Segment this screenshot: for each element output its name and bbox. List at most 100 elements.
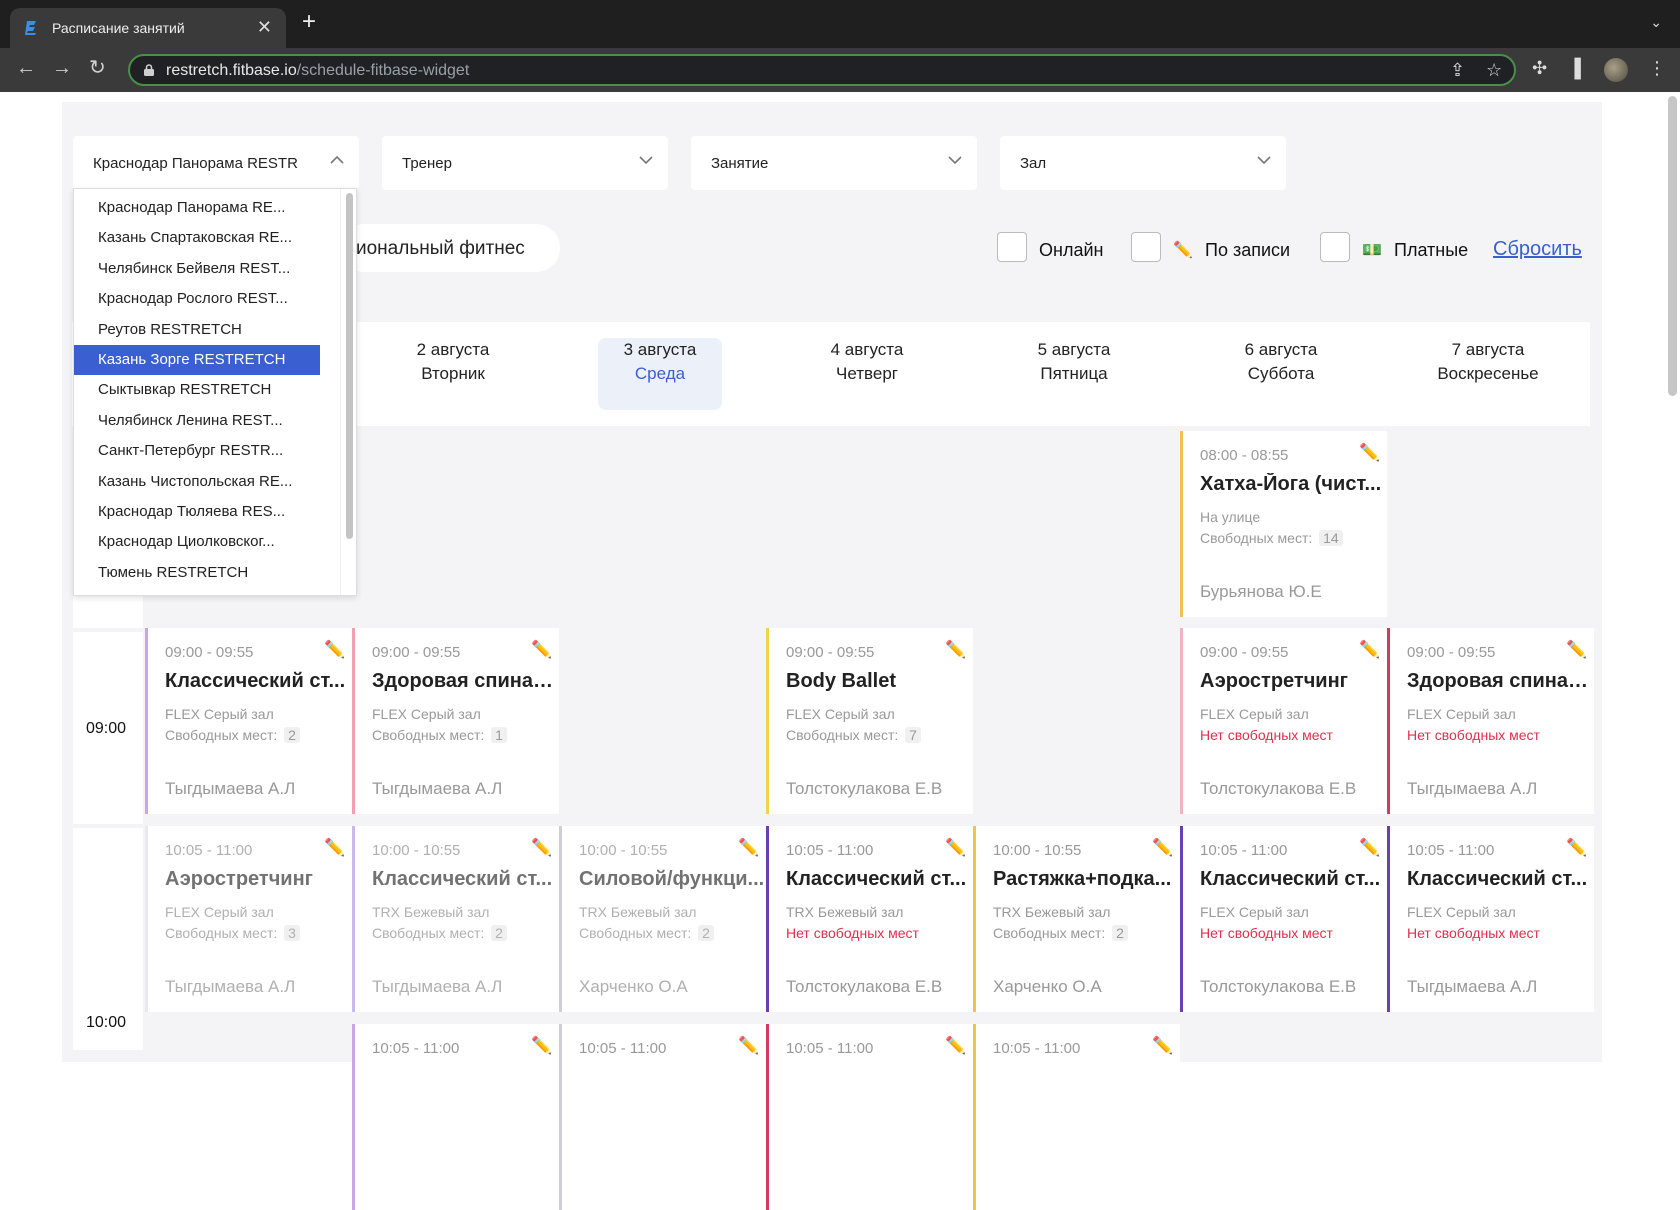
- day-tab[interactable]: 7 августа Воскресенье: [1426, 338, 1550, 410]
- day-name: Четверг: [836, 364, 898, 383]
- class-card[interactable]: 09:00 - 09:55 ✏️ Классический ст... FLEX Се…: [145, 628, 352, 814]
- club-select[interactable]: Краснодар Панорама RESTR: [73, 136, 359, 190]
- club-option[interactable]: Краснодар Циолковског...: [74, 527, 320, 557]
- address-bar[interactable]: restretch.fitbase.io/schedule-fitbase-wi…: [128, 54, 1516, 86]
- online-checkbox[interactable]: [997, 232, 1027, 262]
- class-name: Здоровая спина в...: [372, 670, 558, 692]
- chevron-down-icon: [948, 156, 962, 165]
- class-room: FLEX Серый зал: [165, 706, 274, 722]
- class-card[interactable]: 10:05 - 11:00 ✏️ Классический ст... FLEX Се…: [1180, 826, 1387, 1012]
- club-option[interactable]: Казань Спартаковская RE...: [74, 223, 320, 253]
- class-card[interactable]: 10:05 - 11:00 ✏️ Аэростретчинг FLEX Серый з…: [145, 826, 352, 1012]
- class-room: FLEX Серый зал: [165, 904, 274, 920]
- class-card[interactable]: 09:00 - 09:55 ✏️ Здоровая спина в... FLEX С…: [352, 628, 559, 814]
- free-places-count: 2: [491, 925, 507, 941]
- club-option[interactable]: Казань Чистопольская RE...: [74, 467, 320, 497]
- class-name: Хатха-Йога (чист...: [1200, 473, 1382, 495]
- class-time: 10:05 - 11:00: [165, 842, 253, 859]
- class-card[interactable]: 10:05 - 11:00 ✏️: [973, 1024, 1180, 1210]
- class-card[interactable]: 09:00 - 09:55 ✏️ Аэростретчинг FLEX Серый з…: [1180, 628, 1387, 814]
- class-name: Классический ст...: [372, 868, 553, 890]
- bookmark-star-icon[interactable]: ☆: [1486, 60, 1502, 81]
- class-trainer: Тыгдымаева А.Л: [1407, 779, 1538, 798]
- day-tab[interactable]: 5 августа Пятница: [1012, 338, 1136, 410]
- browser-menu-icon[interactable]: ⋮: [1648, 58, 1666, 79]
- tab-search-chevron-icon[interactable]: ⌄: [1650, 14, 1662, 31]
- class-card[interactable]: 08:00 - 08:55 ✏️ Хатха-Йога (чист... На ули…: [1180, 431, 1387, 617]
- day-date: 4 августа: [830, 340, 904, 359]
- share-icon[interactable]: ⇪: [1450, 60, 1465, 81]
- close-tab-icon[interactable]: ✕: [257, 17, 272, 38]
- online-label: Онлайн: [1039, 240, 1104, 260]
- pencil-icon: ✏️: [1152, 1036, 1174, 1055]
- free-places: Свободных мест: 2: [579, 925, 714, 941]
- club-option[interactable]: Казань Зорге RESTRETCH: [74, 345, 320, 375]
- club-option[interactable]: Челябинск Бейвеля REST...: [74, 254, 320, 284]
- class-card[interactable]: 09:00 - 09:55 ✏️ Body Ballet FLEX Серый зал…: [766, 628, 973, 814]
- class-time: 08:00 - 08:55: [1200, 447, 1289, 464]
- club-option[interactable]: Краснодар Панорама RE...: [74, 193, 320, 223]
- club-option[interactable]: Тюмень RESTRETCH: [74, 558, 320, 588]
- day-name: Среда: [634, 364, 686, 383]
- club-option[interactable]: Реутов RESTRETCH: [74, 315, 320, 345]
- pencil-icon: ✏️: [324, 640, 346, 659]
- day-tab[interactable]: 4 августа Четверг: [805, 338, 929, 410]
- free-places-count: 2: [284, 727, 300, 743]
- lesson-select[interactable]: Занятие: [691, 136, 977, 190]
- day-tab[interactable]: 6 августа Суббота: [1219, 338, 1343, 410]
- forward-arrow-icon[interactable]: →: [52, 58, 72, 78]
- no-places-text: Нет свободных мест: [786, 925, 919, 941]
- extensions-puzzle-icon[interactable]: ✣: [1532, 58, 1547, 79]
- page-scrollbar-thumb[interactable]: [1668, 96, 1677, 396]
- hall-select[interactable]: Зал: [1000, 136, 1286, 190]
- reload-icon[interactable]: ↻: [89, 58, 106, 78]
- class-room: TRX Бежевый зал: [786, 904, 904, 920]
- class-time: 10:00 - 10:55: [372, 842, 461, 859]
- class-name: Силовой/функци...: [579, 868, 765, 890]
- class-trainer: Тыгдымаева А.Л: [372, 977, 503, 996]
- trainer-select-value: Тренер: [402, 155, 452, 172]
- reset-link[interactable]: Сбросить: [1493, 238, 1582, 261]
- club-option[interactable]: Челябинск Ленина REST...: [74, 406, 320, 436]
- class-time: 10:00 - 10:55: [579, 842, 668, 859]
- free-places: Свободных мест: 14: [1200, 530, 1343, 546]
- class-card[interactable]: 10:05 - 11:00 ✏️ Классический ст... FLEX Се…: [1387, 826, 1594, 1012]
- browser-tab[interactable]: Расписание занятий ✕: [10, 8, 286, 48]
- class-name: Body Ballet: [786, 670, 897, 692]
- class-time: 10:05 - 11:00: [786, 1040, 874, 1057]
- side-panel-icon[interactable]: ▐: [1568, 58, 1581, 79]
- class-card[interactable]: 10:00 - 10:55 ✏️ Силовой/функци... TRX Беже…: [559, 826, 766, 1012]
- class-card[interactable]: 10:05 - 11:00 ✏️: [766, 1024, 973, 1210]
- back-arrow-icon[interactable]: ←: [16, 58, 36, 78]
- browser-toolbar: ← → ↻ restretch.fitbase.io/schedule-fitb…: [0, 48, 1680, 92]
- club-option[interactable]: Краснодар Тюляева RES...: [74, 497, 320, 527]
- club-option[interactable]: Сыктывкар RESTRETCH: [74, 375, 320, 405]
- class-card[interactable]: 10:05 - 11:00 ✏️: [559, 1024, 766, 1210]
- day-tab[interactable]: 2 августа Вторник: [391, 338, 515, 410]
- trainer-select[interactable]: Тренер: [382, 136, 668, 190]
- time-label: 10:00: [86, 1014, 127, 1031]
- class-trainer: Толстокулакова Е.В: [1200, 779, 1357, 798]
- club-option[interactable]: Краснодар Рослого REST...: [74, 284, 320, 314]
- class-time: 10:05 - 11:00: [993, 1040, 1081, 1057]
- class-time: 10:00 - 10:55: [993, 842, 1082, 859]
- dropdown-scrollbar-thumb[interactable]: [346, 193, 353, 539]
- free-places: Свободных мест: 3: [165, 925, 300, 941]
- class-card[interactable]: 10:00 - 10:55 ✏️ Растяжка+подка... TRX Беже…: [973, 826, 1180, 1012]
- class-card[interactable]: 10:00 - 10:55 ✏️ Классический ст... TRX Беж…: [352, 826, 559, 1012]
- club-option[interactable]: Санкт-Петербург RESTR...: [74, 436, 320, 466]
- day-tab-active[interactable]: 3 августа Среда: [598, 338, 722, 410]
- class-name: Классический ст...: [1407, 868, 1588, 890]
- class-card[interactable]: 10:05 - 11:00 ✏️ Классический ст... TRX Беж…: [766, 826, 973, 1012]
- class-card[interactable]: 09:00 - 09:55 ✏️ Здоровая спина в... FLEX С…: [1387, 628, 1594, 814]
- paid-checkbox[interactable]: [1320, 232, 1350, 262]
- tab-title: Расписание занятий: [52, 20, 185, 36]
- new-tab-icon[interactable]: +: [302, 10, 316, 34]
- day-date: 3 августа: [623, 340, 697, 359]
- category-chip[interactable]: иональный фитнес: [340, 224, 560, 272]
- class-card[interactable]: 10:05 - 11:00 ✏️: [352, 1024, 559, 1210]
- class-name: Классический ст...: [786, 868, 967, 890]
- profile-avatar[interactable]: [1604, 58, 1628, 82]
- class-trainer: Толстокулакова Е.В: [786, 779, 943, 798]
- booking-checkbox[interactable]: [1131, 232, 1161, 262]
